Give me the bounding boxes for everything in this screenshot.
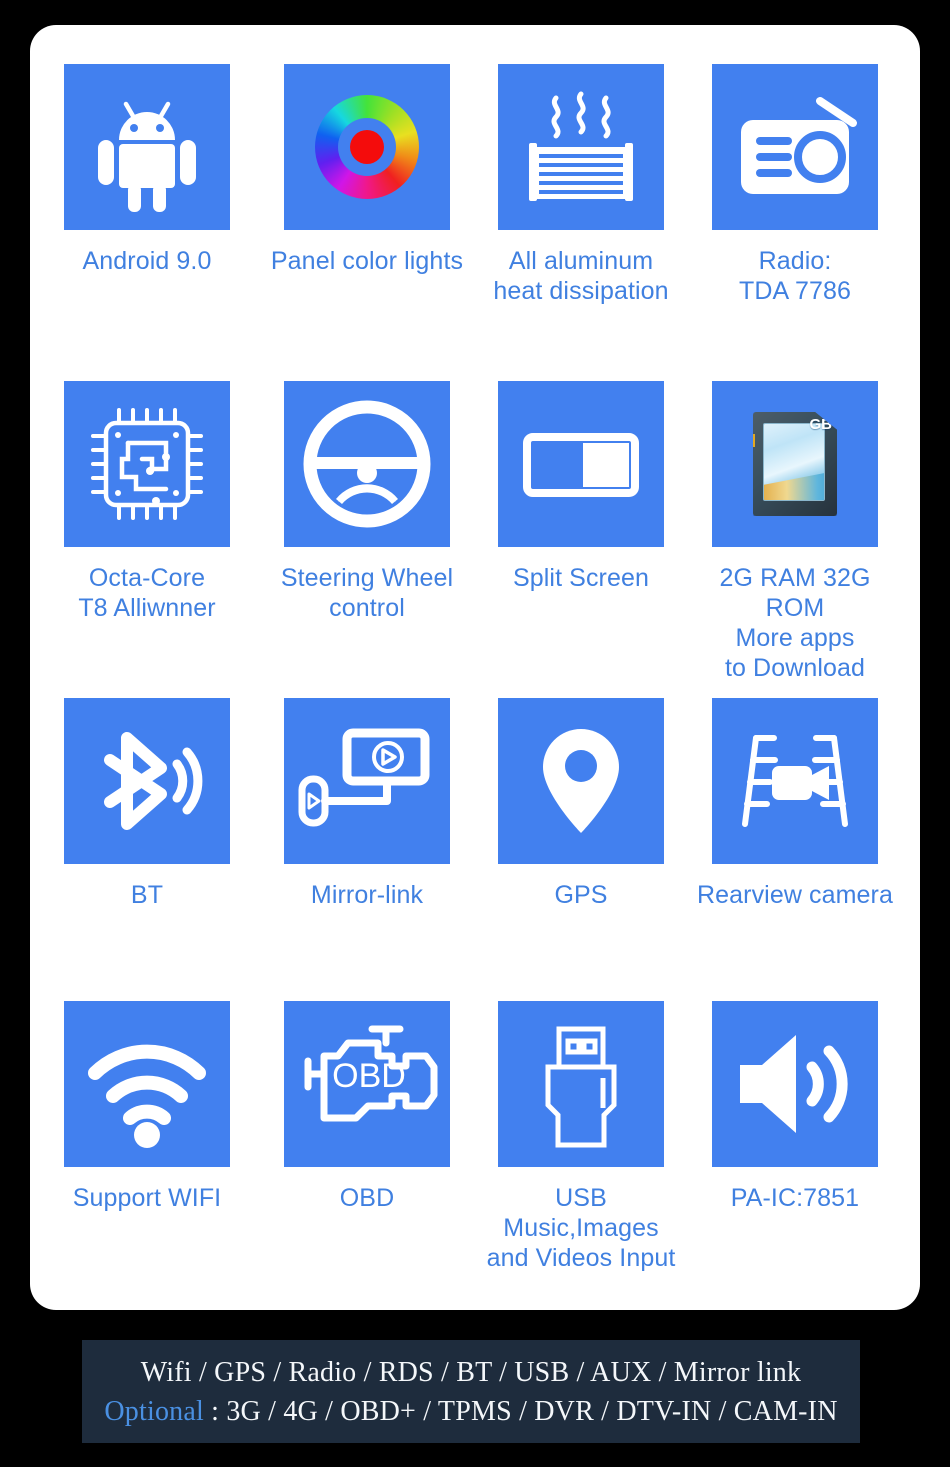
- tile-heat-dissipation: [498, 64, 664, 230]
- tile-octa-core: [64, 381, 230, 547]
- android-robot-icon: [64, 64, 230, 230]
- feature-label: Rearview camera: [695, 880, 895, 910]
- feature-radio[interactable]: Radio: TDA 7786: [695, 64, 895, 306]
- feature-mirror-link[interactable]: Mirror-link: [267, 698, 467, 910]
- tile-panel-color-lights: [284, 64, 450, 230]
- tile-gps: [498, 698, 664, 864]
- page-root: Android 9.0 Panel color lights: [0, 0, 950, 1467]
- steering-wheel-icon: [284, 381, 450, 547]
- feature-label: BT: [47, 880, 247, 910]
- sd-card-lock-notch: [748, 434, 755, 447]
- obd-text: OBD: [332, 1057, 406, 1095]
- spec-summary-bar: Wifi / GPS / Radio / RDS / BT / USB / AU…: [82, 1340, 860, 1443]
- map-pin-icon: [498, 698, 664, 864]
- feature-pa-ic[interactable]: PA-IC:7851: [695, 1001, 895, 1213]
- heat-sink-icon: [498, 64, 664, 230]
- feature-bt[interactable]: BT: [47, 698, 247, 910]
- tile-wifi: [64, 1001, 230, 1167]
- tile-split-screen: [498, 381, 664, 547]
- tile-obd: OBD: [284, 1001, 450, 1167]
- tile-bt: [64, 698, 230, 864]
- feature-wifi[interactable]: Support WIFI: [47, 1001, 247, 1213]
- feature-label: Radio: TDA 7786: [695, 246, 895, 306]
- tile-mirror-link: [284, 698, 450, 864]
- color-wheel-center-dot: [350, 130, 384, 164]
- rearview-camera-icon: [712, 698, 878, 864]
- bluetooth-icon: [64, 698, 230, 864]
- feature-label: Panel color lights: [267, 246, 467, 276]
- feature-obd[interactable]: OBD OBD: [267, 1001, 467, 1213]
- feature-label: OBD: [267, 1183, 467, 1213]
- tile-rearview-camera: [712, 698, 878, 864]
- feature-octa-core[interactable]: Octa-Core T8 Alliwnner: [47, 381, 247, 623]
- feature-card: Android 9.0 Panel color lights: [30, 25, 920, 1310]
- feature-android[interactable]: Android 9.0: [47, 64, 247, 276]
- sd-card-icon: GB: [712, 381, 878, 547]
- sd-card-label: [763, 423, 825, 501]
- color-wheel-ring: [315, 95, 419, 199]
- feature-storage[interactable]: GB 2G RAM 32G ROM More apps to Download: [695, 381, 895, 683]
- feature-label: USB Music,Images and Videos Input: [481, 1183, 681, 1273]
- wifi-icon: [64, 1001, 230, 1167]
- optional-label: Optional: [104, 1396, 204, 1427]
- feature-label: 2G RAM 32G ROM More apps to Download: [695, 563, 895, 683]
- heat-sink-fins: [529, 143, 633, 201]
- usb-drive-icon: [498, 1001, 664, 1167]
- feature-panel-color-lights[interactable]: Panel color lights: [267, 64, 467, 276]
- spec-optional-line: Optional : 3G / 4G / OBD+ / TPMS / DVR /…: [104, 1392, 837, 1431]
- tile-usb: [498, 1001, 664, 1167]
- sd-card-capacity-label: GB: [810, 416, 833, 433]
- feature-label: Android 9.0: [47, 246, 247, 276]
- feature-label: Octa-Core T8 Alliwnner: [47, 563, 247, 623]
- optional-list: 3G / 4G / OBD+ / TPMS / DVR / DTV-IN / C…: [226, 1396, 837, 1427]
- feature-label: PA-IC:7851: [695, 1183, 895, 1213]
- feature-steering-wheel[interactable]: Steering Wheel control: [267, 381, 467, 623]
- cpu-chip-icon: [64, 381, 230, 547]
- speaker-icon: [712, 1001, 878, 1167]
- tile-steering-wheel: [284, 381, 450, 547]
- tile-radio: [712, 64, 878, 230]
- color-wheel-hole: [338, 118, 396, 176]
- spec-standard-line: Wifi / GPS / Radio / RDS / BT / USB / AU…: [141, 1353, 801, 1392]
- tile-pa-ic: [712, 1001, 878, 1167]
- color-wheel-icon: [284, 64, 450, 230]
- feature-label: Steering Wheel control: [267, 563, 467, 623]
- feature-gps[interactable]: GPS: [481, 698, 681, 910]
- mirror-link-icon: [284, 698, 450, 864]
- sd-card-body: GB: [753, 412, 837, 516]
- feature-label: GPS: [481, 880, 681, 910]
- tile-storage: GB: [712, 381, 878, 547]
- optional-separator: :: [204, 1396, 226, 1427]
- obd-engine-icon: OBD: [284, 1001, 450, 1167]
- tile-android: [64, 64, 230, 230]
- feature-heat-dissipation[interactable]: All aluminum heat dissipation: [481, 64, 681, 306]
- feature-label: Support WIFI: [47, 1183, 247, 1213]
- split-screen-icon: [498, 381, 664, 547]
- radio-icon: [712, 64, 878, 230]
- feature-rearview-camera[interactable]: Rearview camera: [695, 698, 895, 910]
- feature-label: All aluminum heat dissipation: [481, 246, 681, 306]
- feature-usb[interactable]: USB Music,Images and Videos Input: [481, 1001, 681, 1273]
- feature-split-screen[interactable]: Split Screen: [481, 381, 681, 593]
- feature-label: Split Screen: [481, 563, 681, 593]
- feature-label: Mirror-link: [267, 880, 467, 910]
